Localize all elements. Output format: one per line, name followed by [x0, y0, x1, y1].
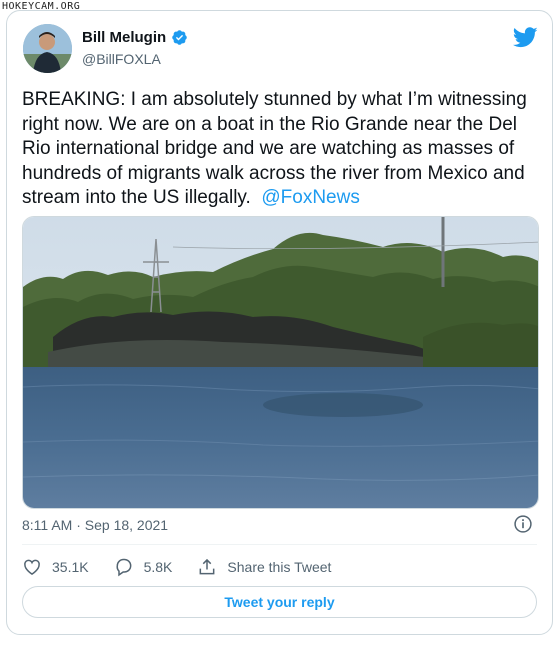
divider — [22, 544, 537, 545]
reply-bubble-icon — [116, 558, 132, 577]
share-button[interactable]: Share this Tweet — [197, 557, 331, 577]
author-handle[interactable]: @BillFOXLA — [82, 51, 161, 67]
share-icon — [199, 558, 215, 575]
share-label: Share this Tweet — [227, 559, 332, 575]
heart-icon — [24, 559, 40, 575]
tweet-card: Bill Melugin @BillFOXLA BREAKING: I am a… — [6, 10, 553, 635]
info-icon[interactable] — [513, 514, 533, 534]
tweet-timestamp[interactable]: 8:11 AM · Sep 18, 2021 — [22, 517, 168, 533]
tweet-your-reply-button[interactable]: Tweet your reply — [22, 586, 537, 618]
action-bar: 35.1K 5.8K Share this Tweet — [22, 557, 356, 577]
author-name[interactable]: Bill Melugin — [82, 29, 166, 46]
avatar-image — [23, 24, 72, 73]
like-count: 35.1K — [52, 559, 89, 575]
reply-button[interactable]: 5.8K — [114, 557, 173, 577]
verified-badge-icon — [172, 30, 187, 45]
tweet-media[interactable] — [22, 216, 539, 509]
mention-link[interactable]: @FoxNews — [261, 187, 359, 208]
author-name-row: Bill Melugin — [82, 29, 188, 46]
twitter-bird-icon[interactable] — [513, 27, 538, 48]
media-image — [23, 217, 538, 508]
reply-count: 5.8K — [143, 559, 173, 575]
tweet-text-block: BREAKING: I am absolutely stunned by wha… — [22, 88, 547, 211]
like-button[interactable]: 35.1K — [22, 557, 89, 577]
avatar[interactable] — [23, 24, 72, 73]
